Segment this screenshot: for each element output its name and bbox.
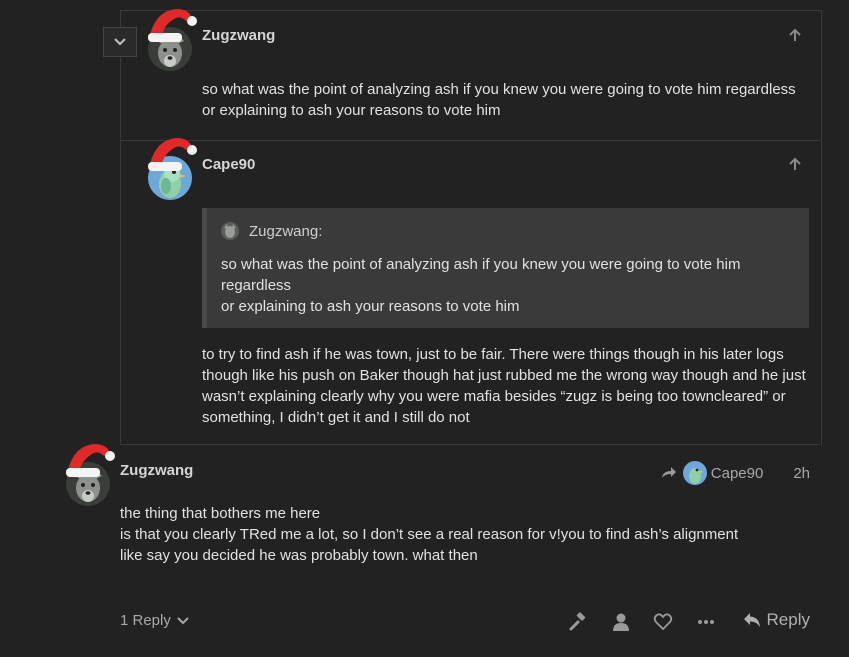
post-timestamp[interactable]: 2h xyxy=(793,465,810,482)
post-meta: Cape90 2h xyxy=(661,461,810,485)
quote-author-avatar-icon[interactable] xyxy=(221,222,239,240)
reply-to-avatar-icon xyxy=(682,461,707,485)
arrow-up-icon[interactable] xyxy=(787,156,803,172)
post-line: or explaining to ash your reasons to vot… xyxy=(202,102,501,119)
post-body: the thing that bothers me here is that y… xyxy=(120,503,738,566)
embedded-divider xyxy=(120,140,820,141)
quote-header: Zugzwang: xyxy=(221,222,322,240)
embedded-bottom-divider xyxy=(120,444,820,445)
santa-hat-icon xyxy=(148,9,197,42)
chevron-down-icon xyxy=(177,616,189,624)
reply-icon xyxy=(743,613,760,627)
post-line: to try to find ash if he was town, just … xyxy=(202,346,784,363)
reply-to-arrow-icon xyxy=(661,467,676,478)
quote-text: so what was the point of analyzing ash i… xyxy=(221,254,781,317)
more-icon[interactable] xyxy=(696,612,716,632)
reply-label: Reply xyxy=(766,610,810,629)
quote-line: so what was the point of analyzing ash i… xyxy=(221,256,741,273)
post-username[interactable]: Zugzwang xyxy=(120,462,193,479)
avatar[interactable] xyxy=(66,444,115,506)
reply-to-link[interactable]: Cape90 xyxy=(682,461,764,485)
chevron-down-icon xyxy=(114,38,126,46)
santa-hat-icon xyxy=(66,444,115,477)
post-line: is that you clearly TRed me a lot, so I … xyxy=(120,526,739,543)
quote-author: Zugzwang: xyxy=(249,222,323,240)
quote-line: or explaining to ash your reasons to vot… xyxy=(221,298,520,315)
avatar[interactable] xyxy=(148,9,197,71)
santa-hat-icon xyxy=(148,138,197,171)
post-username[interactable]: Cape90 xyxy=(202,156,255,173)
post-line: like say you decided he was probably tow… xyxy=(120,547,478,564)
heart-icon[interactable] xyxy=(653,612,673,632)
quote-line: regardless xyxy=(221,277,292,294)
arrow-up-icon[interactable] xyxy=(787,27,803,43)
post-actions: 1 Reply Reply xyxy=(120,608,820,636)
quote-block: Zugzwang: so what was the point of analy… xyxy=(202,208,809,328)
gavel-icon[interactable] xyxy=(568,612,588,632)
post-line: the thing that bothers me here xyxy=(120,505,321,522)
post-username[interactable]: Zugzwang xyxy=(202,27,275,44)
post-line: so what was the point of analyzing ash i… xyxy=(202,81,796,98)
replies-label: 1 Reply xyxy=(120,612,171,629)
post-body: so what was the point of analyzing ash i… xyxy=(202,79,796,121)
post-line: wasn’t explaining clearly why you were m… xyxy=(202,388,786,405)
reply-to-username: Cape90 xyxy=(710,464,764,482)
post-line: though like his push on Baker though hat… xyxy=(202,367,806,384)
collapse-embedded-button[interactable] xyxy=(103,27,137,57)
show-replies-button[interactable]: 1 Reply xyxy=(120,612,189,629)
reply-button[interactable]: Reply xyxy=(743,610,810,630)
avatar[interactable] xyxy=(148,138,197,200)
user-icon[interactable] xyxy=(611,612,631,632)
post-line: something, I didn’t get it and I still d… xyxy=(202,409,470,426)
post-body: to try to find ash if he was town, just … xyxy=(202,344,806,428)
